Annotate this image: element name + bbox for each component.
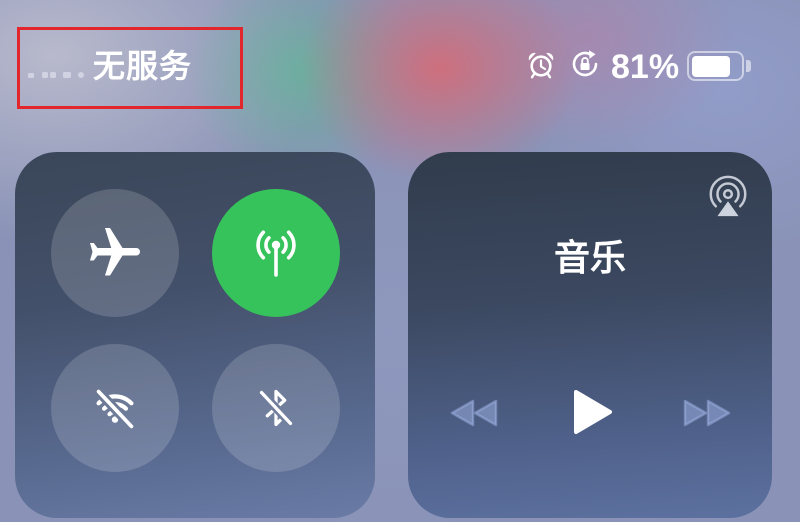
- airplay-button[interactable]: [705, 173, 751, 219]
- airplay-icon: [705, 173, 751, 219]
- cellular-antenna-icon: [246, 223, 306, 283]
- music-module[interactable]: 音乐: [408, 152, 772, 518]
- airplane-mode-button[interactable]: [51, 189, 179, 317]
- rotation-lock-icon: [569, 48, 601, 80]
- fast-forward-button[interactable]: [682, 398, 732, 428]
- play-button[interactable]: [570, 388, 614, 436]
- connectivity-module: [15, 152, 375, 518]
- rewind-icon: [449, 398, 499, 428]
- music-title: 音乐: [553, 237, 626, 278]
- fast-forward-icon: [682, 398, 732, 428]
- wifi-off-icon: [86, 379, 144, 437]
- rewind-button[interactable]: [449, 398, 499, 428]
- battery-level-fill: [691, 55, 731, 77]
- signal-indicator-icon: [27, 70, 91, 80]
- play-icon: [570, 388, 614, 436]
- bluetooth-off-icon: [247, 379, 305, 437]
- carrier-label: 无服务: [93, 48, 193, 84]
- wifi-button[interactable]: [51, 344, 179, 472]
- airplane-icon: [85, 223, 145, 283]
- alarm-icon: [526, 50, 556, 80]
- battery-icon: [687, 51, 744, 81]
- bluetooth-button[interactable]: [212, 344, 340, 472]
- cellular-data-button[interactable]: [212, 189, 340, 317]
- battery-cap: [746, 60, 751, 72]
- battery-track: [691, 55, 740, 77]
- battery-percent: 81%: [611, 48, 680, 86]
